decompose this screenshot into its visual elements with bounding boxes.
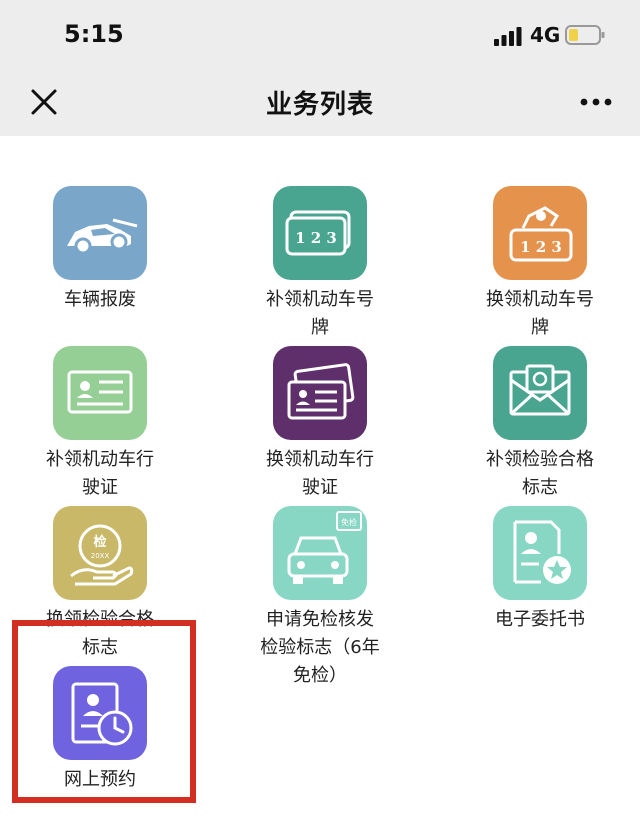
plate-exchange-icon: 1 2 3 [493,186,587,280]
license-card-icon [53,346,147,440]
service-label: 补领检验合格 标志 [486,449,594,498]
appointment-icon [53,666,147,760]
battery-icon [565,25,605,45]
service-label: 补领机动车行 驶证 [46,449,154,498]
svg-text:检: 检 [93,534,106,550]
page-title: 业务列表 [265,90,374,120]
service-label: 网上预约 [64,769,136,790]
signal-icon [494,27,522,46]
license-plate-icon: 1 2 3 [273,186,367,280]
svg-text:1 2 3: 1 2 3 [295,229,337,247]
status-time: 5:15 [64,20,124,48]
nav-bar: 业务列表 [0,68,640,136]
network-type: 4G [530,23,561,47]
service-label: 换领机动车行 驶证 [266,449,374,498]
car-scrap-icon [53,186,147,280]
svg-text:1 2 3: 1 2 3 [520,238,562,256]
svg-text:20XX: 20XX [91,552,110,560]
envelope-icon [493,346,587,440]
service-label: 换领机动车号 牌 [486,289,594,338]
certificate-star-icon [493,506,587,600]
service-grid: 车辆报废 1 2 3 补领机动车号 牌 1 2 3 换领机动车号 牌 补领机动车… [0,136,640,823]
service-label: 补领机动车号 牌 [266,289,374,338]
svg-text:免检: 免检 [341,517,357,527]
inspection-badge-icon: 检 20XX [53,506,147,600]
license-cards-icon [273,346,367,440]
status-bar: 5:15 4G [0,0,640,68]
service-label: 电子委托书 [495,609,585,630]
car-exempt-icon: 免检 [273,506,367,600]
service-label: 换领检验合格 标志 [46,609,154,658]
more-icon[interactable] [576,92,616,112]
service-label: 申请免检核发 检验标志（6年 免检） [260,609,380,686]
service-label: 车辆报废 [64,289,136,310]
